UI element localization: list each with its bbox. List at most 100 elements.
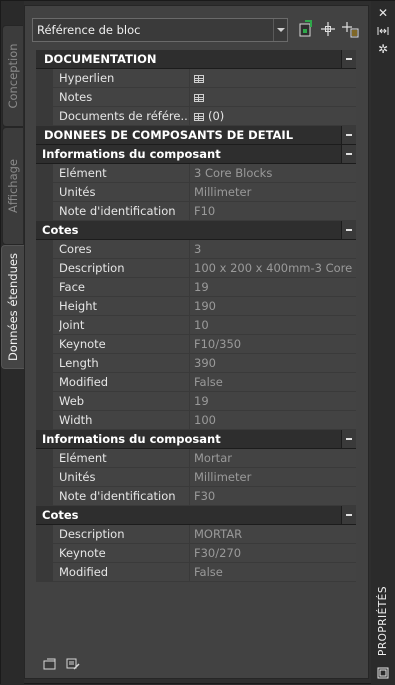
property-row[interactable]: Height 190 bbox=[36, 297, 356, 316]
property-row[interactable]: Keynote F10/350 bbox=[36, 335, 356, 354]
collapse-icon[interactable] bbox=[341, 145, 356, 163]
tab-donnees-etendues[interactable]: Données étendues bbox=[1, 245, 24, 369]
category-detail-components[interactable]: DONNEES DE COMPOSANTS DE DETAIL bbox=[36, 126, 356, 145]
property-value[interactable]: F30/270 bbox=[194, 546, 241, 560]
divider bbox=[189, 88, 190, 107]
property-value[interactable] bbox=[194, 90, 208, 104]
insert-icon[interactable] bbox=[43, 658, 57, 670]
divider bbox=[189, 278, 190, 297]
property-row[interactable]: Description MORTAR bbox=[36, 525, 356, 544]
divider bbox=[189, 335, 190, 354]
row-gutter bbox=[36, 183, 53, 202]
property-row[interactable]: Note d'identification F30 bbox=[36, 487, 356, 506]
property-value[interactable]: 3 bbox=[194, 242, 201, 256]
property-row[interactable]: Elément 3 Core Blocks bbox=[36, 164, 356, 183]
toggle-pickadd-icon[interactable] bbox=[297, 20, 315, 38]
property-row[interactable]: Unités Millimeter bbox=[36, 183, 356, 202]
property-value[interactable]: F10 bbox=[194, 204, 215, 218]
collapse-icon[interactable] bbox=[341, 506, 356, 524]
property-row[interactable]: Elément Mortar bbox=[36, 449, 356, 468]
property-row[interactable]: Face 19 bbox=[36, 278, 356, 297]
tab-conception[interactable]: Conception bbox=[2, 25, 23, 127]
object-type-dropdown[interactable]: Référence de bloc bbox=[32, 18, 288, 42]
property-value[interactable]: 19 bbox=[194, 280, 209, 294]
property-value[interactable]: 100 x 200 x 400mm-3 Core bbox=[194, 261, 352, 275]
collapse-icon[interactable] bbox=[341, 221, 356, 239]
property-value[interactable]: False bbox=[194, 375, 223, 389]
property-value[interactable]: False bbox=[194, 565, 223, 579]
property-value[interactable]: Millimeter bbox=[194, 470, 251, 484]
row-gutter bbox=[36, 240, 53, 259]
property-value[interactable]: 390 bbox=[194, 356, 216, 370]
property-row[interactable]: Keynote F30/270 bbox=[36, 544, 356, 563]
tab-affichage[interactable]: Affichage bbox=[2, 127, 23, 245]
row-gutter bbox=[36, 164, 53, 183]
auto-hide-icon[interactable] bbox=[377, 25, 389, 37]
property-row[interactable]: Notes bbox=[36, 88, 356, 107]
property-row[interactable]: Web 19 bbox=[36, 392, 356, 411]
property-row[interactable]: Note d'identification F10 bbox=[36, 202, 356, 221]
property-value[interactable]: F30 bbox=[194, 489, 215, 503]
divider bbox=[189, 202, 190, 221]
property-value[interactable]: 19 bbox=[194, 394, 209, 408]
row-gutter bbox=[36, 544, 53, 563]
property-row[interactable]: Width 100 bbox=[36, 411, 356, 430]
property-row[interactable]: Description 100 x 200 x 400mm-3 Core bbox=[36, 259, 356, 278]
property-row[interactable]: Length 390 bbox=[36, 354, 356, 373]
property-row[interactable]: Modified False bbox=[36, 563, 356, 582]
row-gutter bbox=[36, 335, 53, 354]
property-row[interactable]: Hyperlien bbox=[36, 69, 356, 88]
property-name: Width bbox=[59, 413, 93, 427]
divider bbox=[189, 525, 190, 544]
divider bbox=[189, 449, 190, 468]
subcategory-cotes[interactable]: Cotes bbox=[36, 221, 356, 240]
chevron-down-icon[interactable] bbox=[273, 19, 287, 41]
property-name: Unités bbox=[59, 470, 96, 484]
property-name: Length bbox=[59, 356, 99, 370]
property-value-text: (0) bbox=[208, 109, 225, 123]
property-row[interactable]: Unités Millimeter bbox=[36, 468, 356, 487]
table-icon[interactable] bbox=[194, 94, 204, 102]
property-value[interactable]: MORTAR bbox=[194, 527, 242, 541]
property-value[interactable]: 3 Core Blocks bbox=[194, 166, 272, 180]
main-panel: Référence de bloc DOCUMENTATION Hyperlie… bbox=[24, 5, 369, 679]
property-name: Elément bbox=[59, 451, 107, 465]
property-name: Keynote bbox=[59, 337, 106, 351]
subcategory-component-info[interactable]: Informations du composant bbox=[36, 145, 356, 164]
property-value[interactable]: 10 bbox=[194, 318, 209, 332]
property-row[interactable]: Modified False bbox=[36, 373, 356, 392]
property-value[interactable]: 190 bbox=[194, 299, 216, 313]
category-documentation[interactable]: DOCUMENTATION bbox=[36, 50, 356, 69]
gear-icon[interactable]: ✲ bbox=[377, 43, 389, 55]
property-value[interactable]: F10/350 bbox=[194, 337, 241, 351]
property-name: Height bbox=[59, 299, 98, 313]
property-name: Notes bbox=[59, 90, 93, 104]
table-icon[interactable] bbox=[194, 75, 204, 83]
edit-block-icon[interactable] bbox=[66, 658, 80, 670]
palette-title-bar[interactable]: ✕ ✲ PROPRIÉTÉS bbox=[371, 1, 395, 685]
property-value[interactable]: 100 bbox=[194, 413, 216, 427]
subcategory-component-info[interactable]: Informations du composant bbox=[36, 430, 356, 449]
palette-settings-icon[interactable] bbox=[377, 667, 389, 679]
divider bbox=[189, 411, 190, 430]
collapse-icon[interactable] bbox=[341, 50, 356, 68]
collapse-icon[interactable] bbox=[341, 430, 356, 448]
collapse-icon[interactable] bbox=[341, 126, 356, 144]
table-icon[interactable] bbox=[194, 113, 204, 121]
property-value[interactable] bbox=[194, 71, 208, 85]
property-value[interactable]: (0) bbox=[194, 109, 224, 123]
divider bbox=[189, 183, 190, 202]
subcategory-title: Cotes bbox=[42, 508, 79, 522]
select-objects-icon[interactable] bbox=[319, 20, 337, 38]
property-name: Web bbox=[59, 394, 85, 408]
property-value[interactable]: Mortar bbox=[194, 451, 232, 465]
close-icon[interactable]: ✕ bbox=[377, 7, 389, 19]
subcategory-cotes[interactable]: Cotes bbox=[36, 506, 356, 525]
property-row[interactable]: Joint 10 bbox=[36, 316, 356, 335]
property-row[interactable]: Documents de référe... (0) bbox=[36, 107, 356, 126]
property-value[interactable]: Millimeter bbox=[194, 185, 251, 199]
property-name: Cores bbox=[59, 242, 92, 256]
quick-select-icon[interactable] bbox=[341, 20, 359, 38]
divider bbox=[189, 69, 190, 88]
property-row[interactable]: Cores 3 bbox=[36, 240, 356, 259]
